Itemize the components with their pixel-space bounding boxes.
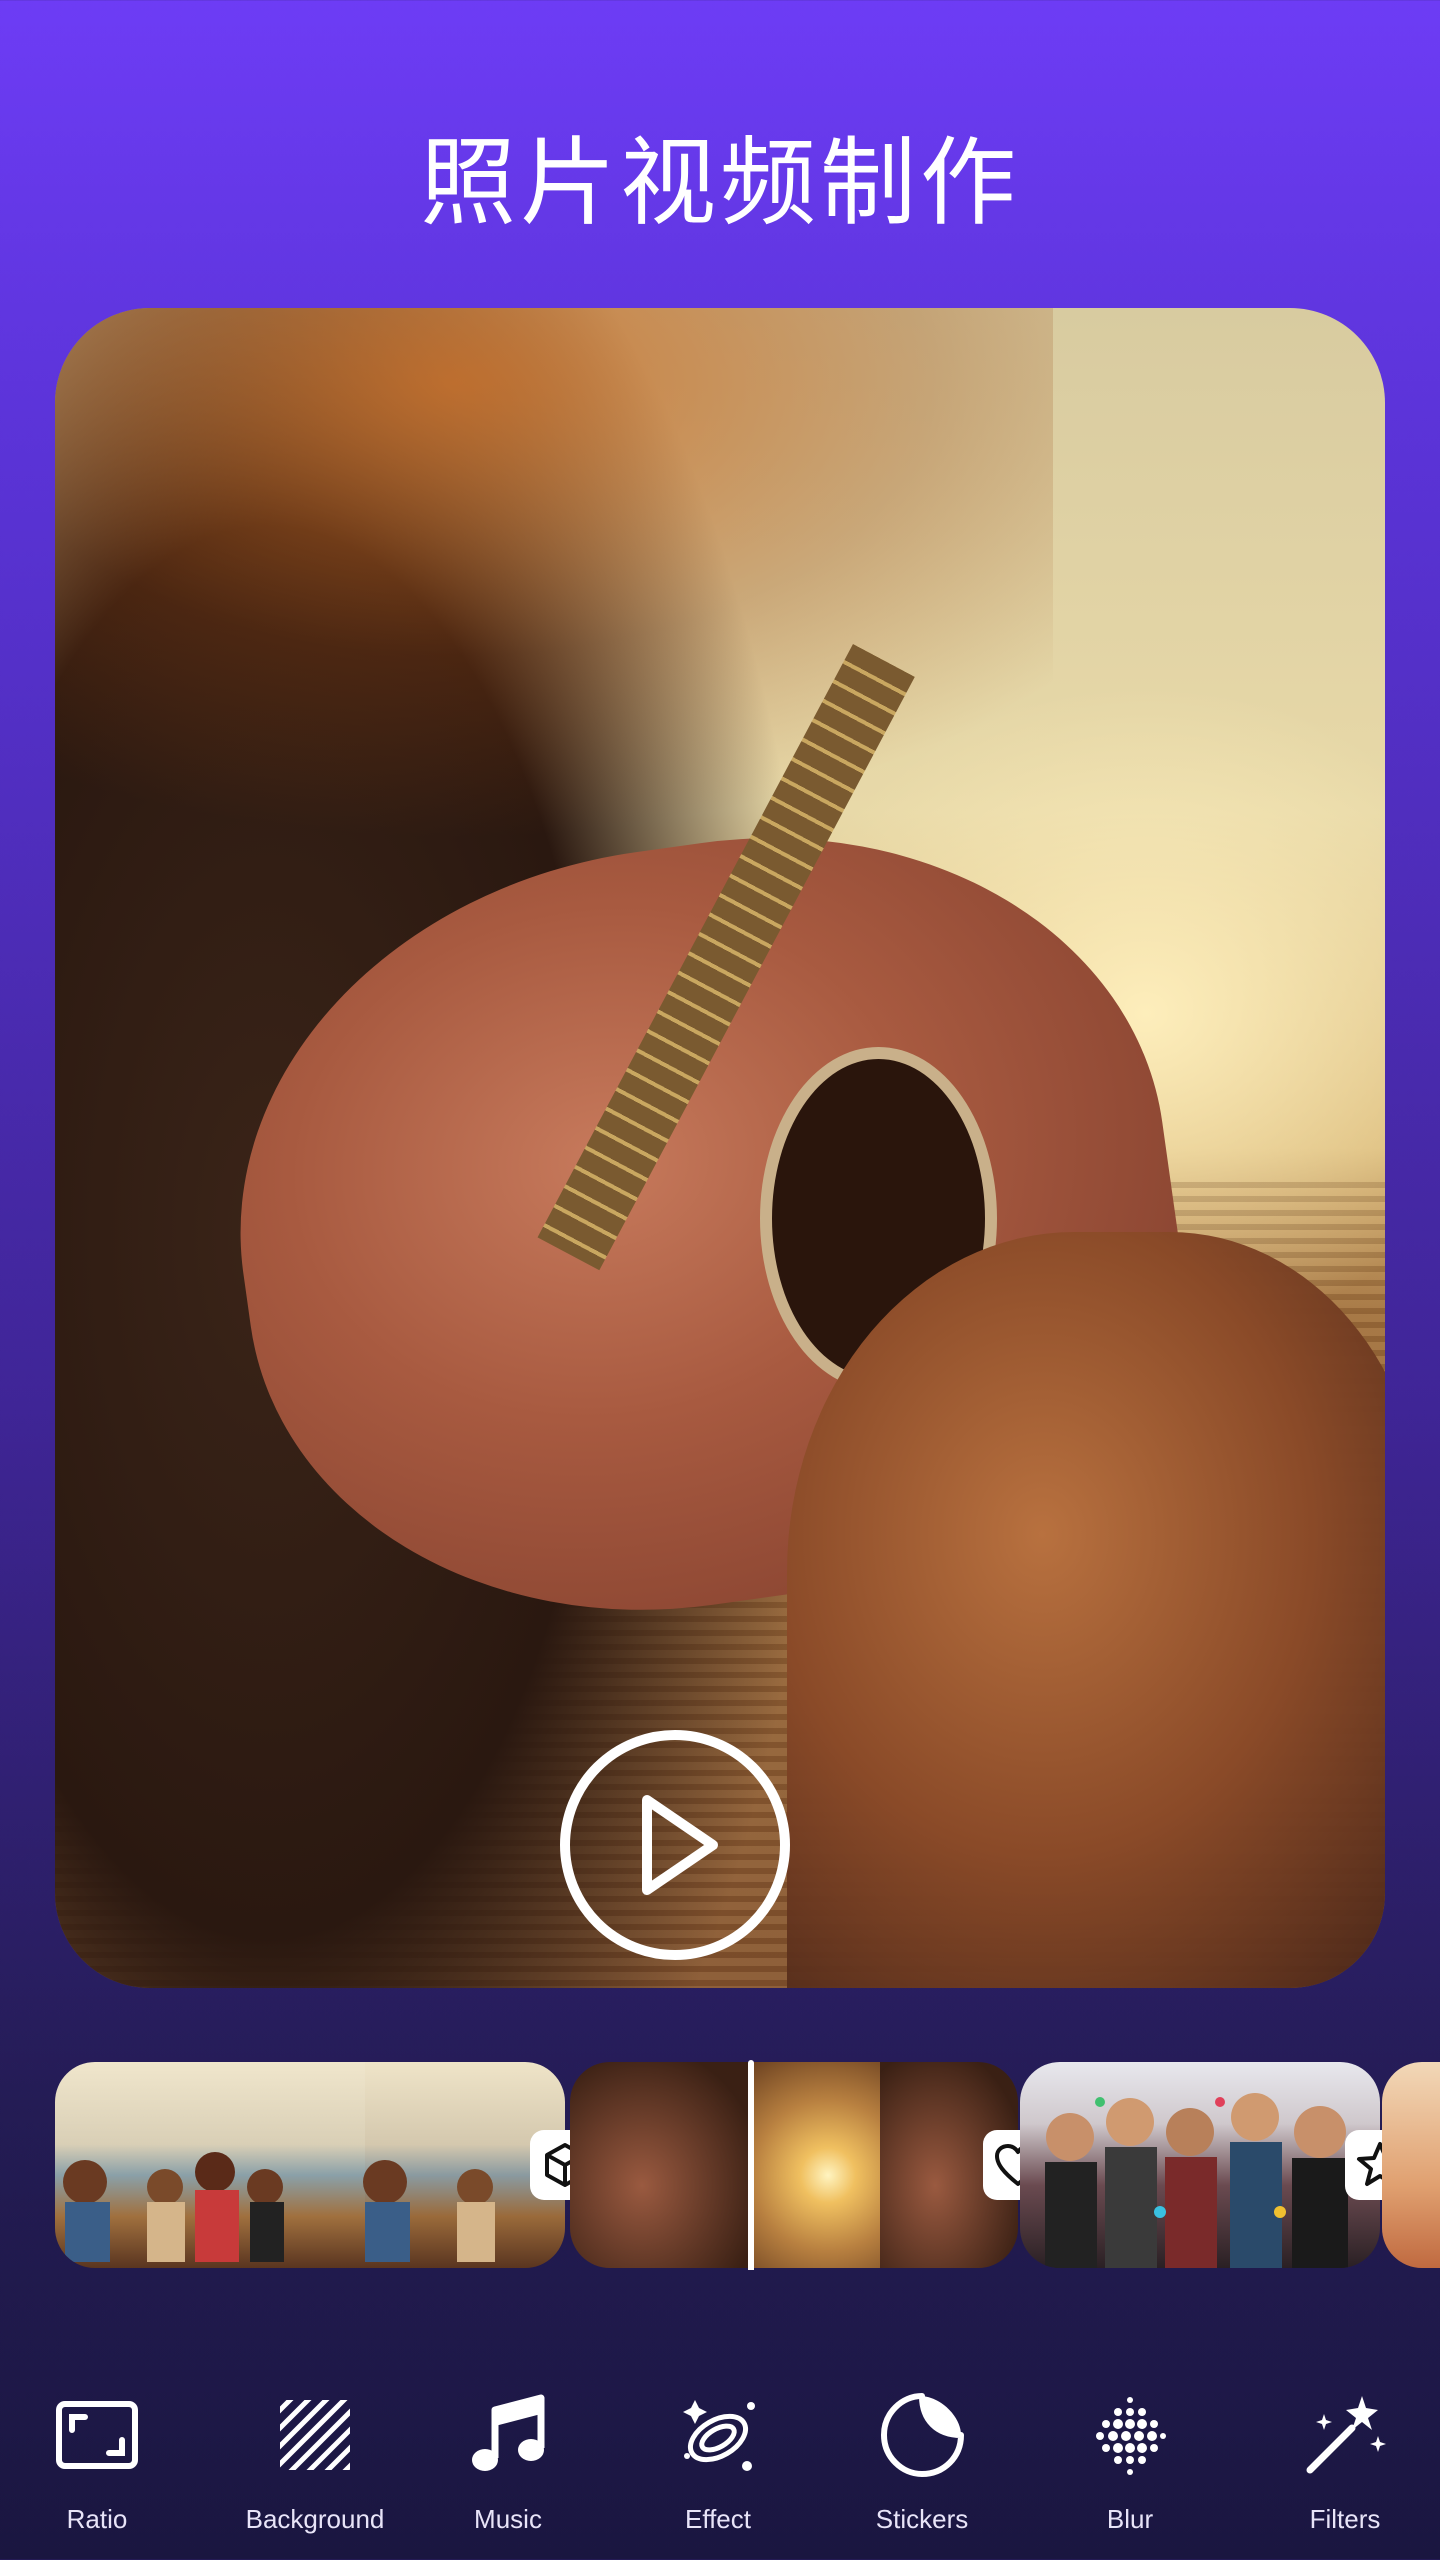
stickers-button[interactable]: Stickers [822,2380,1022,2550]
blur-label: Blur [1106,2504,1154,2534]
timeline-clip-2[interactable] [570,2062,1018,2268]
play-icon [642,1795,718,1895]
ratio-label: Ratio [66,2504,128,2534]
timeline[interactable] [0,2060,1440,2270]
clip-frame [570,2062,750,2268]
timeline-clip-4[interactable] [1382,2062,1440,2268]
clip-frame [750,2062,880,2268]
music-label: Music [474,2504,542,2534]
timeline-clip-3[interactable] [1020,2062,1380,2268]
background-button[interactable]: Background [215,2380,415,2550]
people-group [63,2152,495,2262]
video-preview[interactable] [55,308,1385,1988]
filters-button[interactable]: Filters [1245,2380,1440,2550]
background-icon [280,2400,350,2470]
background-label: Background [245,2504,385,2534]
party-people [1045,2093,1348,2268]
bottom-toolbar: Ratio Background Music Effect Stickers B… [0,2380,1440,2550]
effect-icon [683,2400,755,2471]
timeline-playhead[interactable] [748,2060,754,2270]
music-button[interactable]: Music [408,2380,608,2550]
stickers-label: Stickers [875,2504,969,2534]
ratio-icon [56,2401,138,2469]
magic-wand-icon [1306,2396,1386,2474]
music-icon [472,2394,545,2471]
play-button[interactable] [560,1730,790,1960]
effect-label: Effect [684,2504,751,2534]
effect-button[interactable]: Effect [618,2380,818,2550]
filters-label: Filters [1309,2504,1381,2534]
blur-button[interactable]: Blur [1030,2380,1230,2550]
arm [786,1232,1385,1988]
timeline-clip-1[interactable] [55,2062,565,2268]
clip-frame [1382,2062,1440,2268]
sticker-icon [881,2393,964,2477]
ratio-button[interactable]: Ratio [0,2380,197,2550]
blur-icon [1096,2397,1166,2475]
page-title: 照片视频制作 [420,127,1020,239]
